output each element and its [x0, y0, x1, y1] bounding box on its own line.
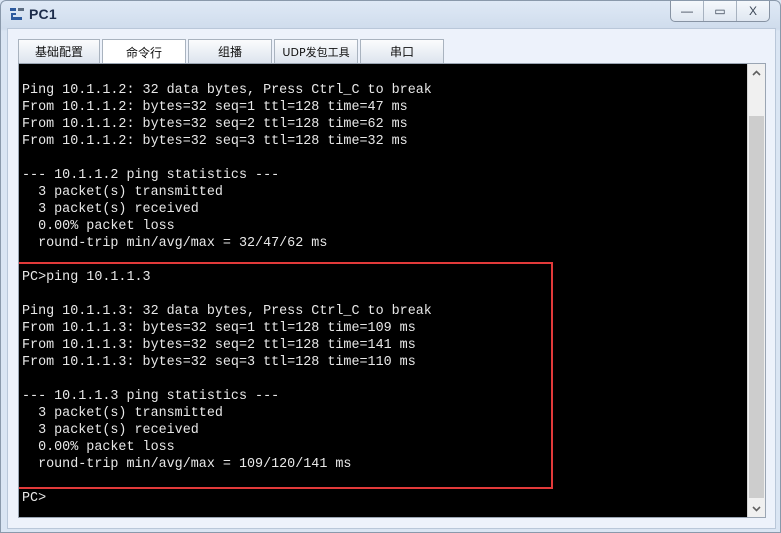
- tab-basic-config[interactable]: 基础配置: [18, 39, 100, 63]
- tab-serial-port[interactable]: 串口: [360, 39, 444, 63]
- terminal-line: Ping 10.1.1.3: 32 data bytes, Press Ctrl…: [22, 304, 432, 319]
- scroll-up-button[interactable]: [748, 64, 765, 81]
- terminal-line: PC>: [22, 491, 47, 506]
- maximize-icon: ▭: [714, 4, 726, 18]
- terminal-line: 0.00% packet loss: [22, 440, 175, 455]
- terminal-line: 3 packet(s) transmitted: [22, 185, 223, 200]
- terminal-frame: Ping 10.1.1.2: 32 data bytes, Press Ctrl…: [18, 63, 766, 518]
- terminal-line: round-trip min/avg/max = 109/120/141 ms: [22, 457, 352, 472]
- scroll-down-button[interactable]: [748, 500, 765, 517]
- terminal-line: --- 10.1.1.3 ping statistics ---: [22, 389, 280, 404]
- chevron-up-icon: [752, 69, 761, 76]
- chevron-down-icon: [752, 505, 761, 512]
- tab-label: 串口: [389, 45, 414, 59]
- terminal-line: Ping 10.1.1.2: 32 data bytes, Press Ctrl…: [22, 83, 432, 98]
- maximize-button[interactable]: ▭: [703, 1, 736, 21]
- minimize-icon: —: [681, 4, 693, 18]
- tab-label: UDP发包工具: [282, 45, 350, 59]
- terminal-line: From 10.1.1.3: bytes=32 seq=2 ttl=128 ti…: [22, 338, 416, 353]
- terminal-output[interactable]: Ping 10.1.1.2: 32 data bytes, Press Ctrl…: [19, 64, 747, 517]
- tab-label: 命令行: [125, 45, 162, 60]
- tab-multicast[interactable]: 组播: [188, 39, 272, 63]
- minimize-button[interactable]: —: [671, 1, 703, 21]
- close-icon: X: [748, 4, 757, 18]
- terminal-line: 3 packet(s) received: [22, 423, 199, 438]
- pc1-window: PC1 — ▭ X 基础配置 命令行 组播 UDP发包工具 串口 Ping 10…: [0, 0, 781, 533]
- close-button[interactable]: X: [736, 1, 769, 21]
- terminal-line: PC>ping 10.1.1.3: [22, 270, 151, 285]
- window-title: PC1: [29, 6, 57, 22]
- scroll-thumb[interactable]: [749, 116, 764, 498]
- tab-udp-tool[interactable]: UDP发包工具: [274, 39, 358, 63]
- window-controls: — ▭ X: [670, 1, 770, 22]
- terminal-line: 3 packet(s) transmitted: [22, 406, 223, 421]
- terminal-line: 0.00% packet loss: [22, 219, 175, 234]
- tab-label: 组播: [217, 45, 242, 59]
- terminal-line: 3 packet(s) received: [22, 202, 199, 217]
- terminal-line: From 10.1.1.2: bytes=32 seq=3 ttl=128 ti…: [22, 134, 408, 149]
- terminal-line: From 10.1.1.2: bytes=32 seq=1 ttl=128 ti…: [22, 100, 408, 115]
- title-bar[interactable]: PC1 — ▭ X: [1, 1, 780, 29]
- tab-bar: 基础配置 命令行 组播 UDP发包工具 串口: [18, 39, 446, 64]
- terminal-line: From 10.1.1.2: bytes=32 seq=2 ttl=128 ti…: [22, 117, 408, 132]
- pc-network-icon: [10, 8, 24, 20]
- terminal-line: From 10.1.1.3: bytes=32 seq=1 ttl=128 ti…: [22, 321, 416, 336]
- tab-command-line[interactable]: 命令行: [102, 39, 186, 64]
- vertical-scrollbar[interactable]: [747, 64, 765, 517]
- tab-label: 基础配置: [34, 45, 83, 59]
- terminal-line: From 10.1.1.3: bytes=32 seq=3 ttl=128 ti…: [22, 355, 416, 370]
- terminal-line: round-trip min/avg/max = 32/47/62 ms: [22, 236, 328, 251]
- client-area: 基础配置 命令行 组播 UDP发包工具 串口 Ping 10.1.1.2: 32…: [7, 28, 776, 529]
- terminal-line: --- 10.1.1.2 ping statistics ---: [22, 168, 280, 183]
